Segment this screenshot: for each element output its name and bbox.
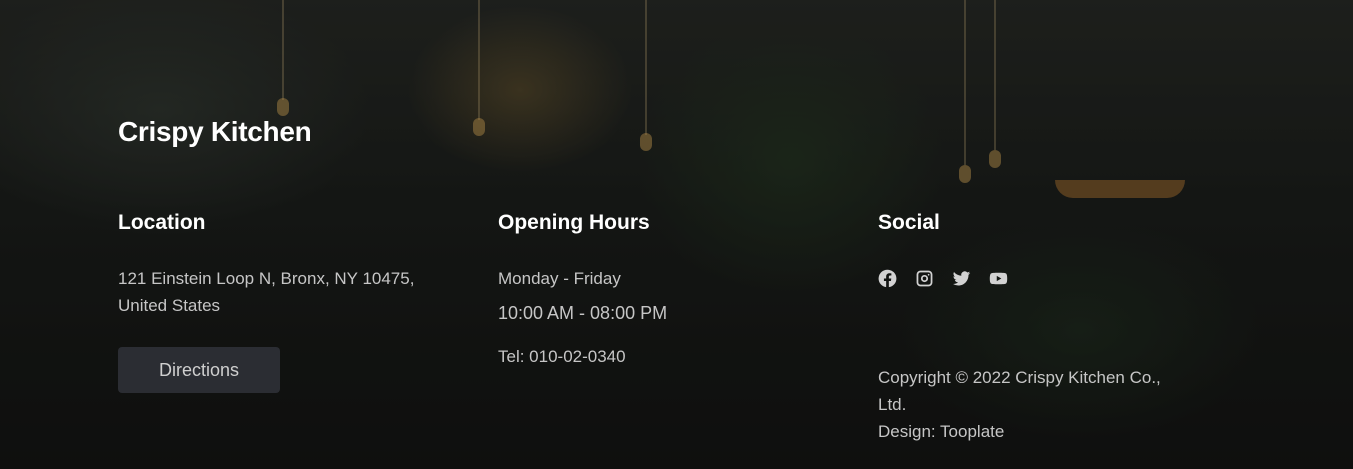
opening-hours-heading: Opening Hours [498,211,650,234]
telephone[interactable]: Tel: 010-02-0340 [498,343,828,370]
site-footer: Crispy Kitchen Location 121 Einstein Loo… [0,0,1353,469]
opening-hours-section: Opening Hours Monday - Friday 10:00 AM -… [498,208,828,370]
opening-time: 10:00 AM - 08:00 PM [498,303,668,323]
facebook-icon[interactable] [878,269,897,288]
social-section: Social Copyright © 2022 Crispy Kitchen C… [878,208,1218,445]
directions-button[interactable]: Directions [118,347,280,393]
address-line-1: 121 Einstein Loop N, Bronx, NY 10475, [118,269,415,288]
copyright-line-1: Copyright © 2022 Crispy Kitchen Co., [878,368,1161,387]
twitter-icon[interactable] [952,269,971,288]
instagram-icon[interactable] [915,269,934,288]
location-section: Location 121 Einstein Loop N, Bronx, NY … [118,208,448,393]
social-icons [878,268,1218,288]
design-credit[interactable]: Design: Tooplate [878,418,1218,445]
copyright-notice: Copyright © 2022 Crispy Kitchen Co., Ltd… [878,364,1218,445]
brand-title[interactable]: Crispy Kitchen [118,113,312,151]
social-heading: Social [878,211,940,234]
address-line-2: United States [118,296,221,315]
youtube-icon[interactable] [989,269,1008,288]
location-heading: Location [118,211,206,234]
opening-days: Monday - Friday [498,269,621,288]
footer-content: Crispy Kitchen Location 121 Einstein Loo… [0,0,1353,469]
address: 121 Einstein Loop N, Bronx, NY 10475, Un… [118,265,448,319]
copyright-line-2: Ltd. [878,395,907,414]
